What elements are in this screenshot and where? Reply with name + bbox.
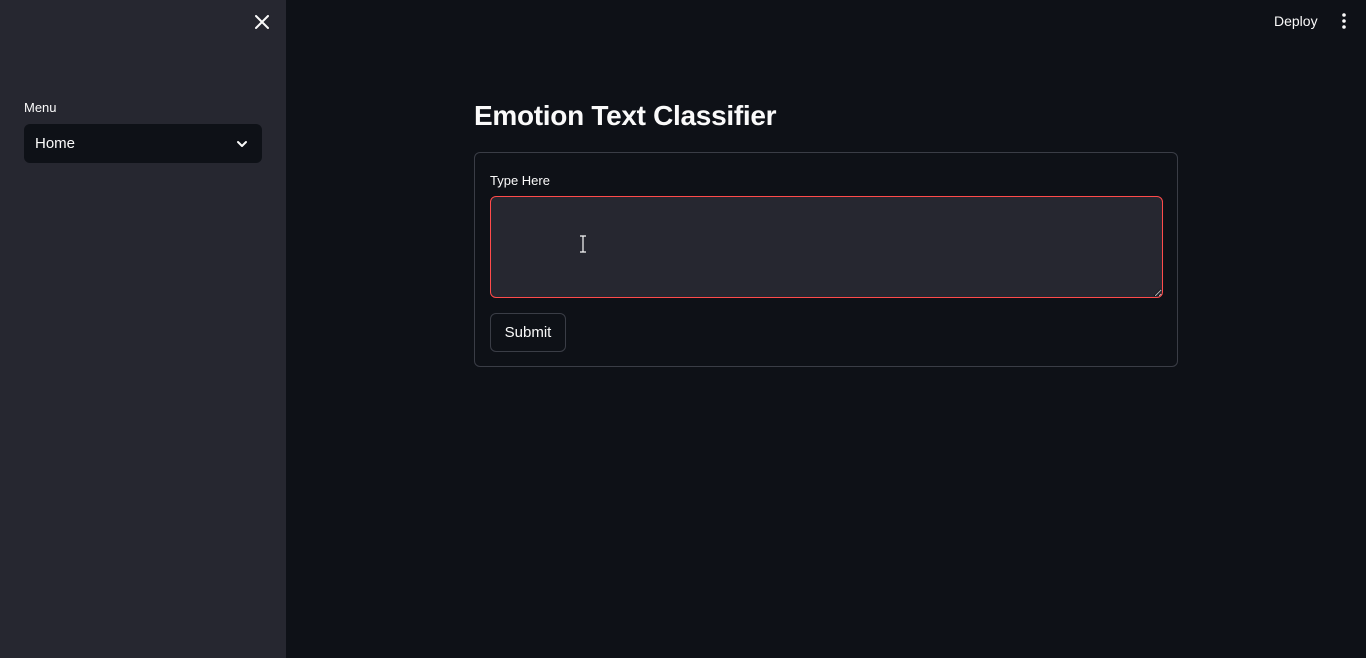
text-input-area[interactable] <box>490 196 1163 298</box>
chevron-down-icon <box>237 140 247 147</box>
deploy-button[interactable]: Deploy <box>1266 9 1326 33</box>
sidebar: Menu Home <box>0 0 286 658</box>
input-form: Type Here Submit <box>474 152 1178 367</box>
submit-button[interactable]: Submit <box>490 313 566 352</box>
sidebar-close-button[interactable] <box>250 10 274 34</box>
close-icon <box>255 15 269 29</box>
app: Menu Home Deploy Emotion Text Classifier… <box>0 0 1366 658</box>
menu-select[interactable]: Home <box>24 124 262 163</box>
text-input-label: Type Here <box>490 173 550 188</box>
main-menu-button[interactable] <box>1333 9 1355 33</box>
kebab-menu-icon <box>1342 13 1346 29</box>
menu-select-value: Home <box>35 135 76 152</box>
page-title: Emotion Text Classifier <box>474 100 777 131</box>
menu-label: Menu <box>24 100 57 115</box>
